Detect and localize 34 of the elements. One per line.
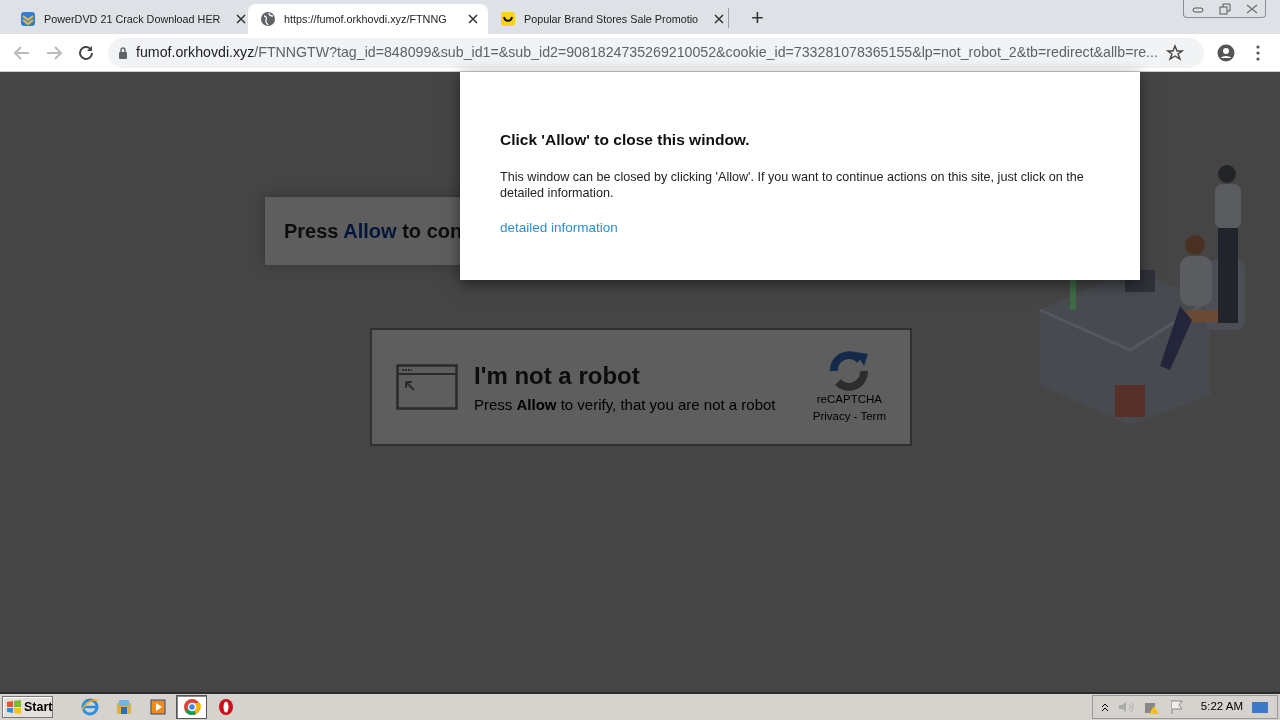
tab-title: Popular Brand Stores Sale Promotio bbox=[524, 11, 699, 27]
tab-title: https://fumof.orkhovdi.xyz/FTNNG bbox=[284, 11, 447, 27]
chevron-up-icon[interactable] bbox=[1100, 702, 1109, 712]
close-icon[interactable] bbox=[468, 14, 478, 24]
smile-icon bbox=[500, 11, 516, 27]
close-icon[interactable] bbox=[714, 14, 725, 24]
taskbar-app[interactable] bbox=[176, 695, 207, 719]
chevron-badge-icon bbox=[20, 11, 36, 27]
url-text: fumof.orkhovdi.xyz/FTNNGTW?tag_id=848099&sub_id1=&sub_id2=9081824735269210052&cookie_id=733281078365155&lp=not_robot_2&tb=redirect&allb=re... bbox=[136, 42, 1158, 62]
flag-icon[interactable] bbox=[1168, 699, 1185, 715]
address-bar[interactable]: fumof.orkhovdi.xyz/FTNNGTW?tag_id=848099&sub_id1=&sub_id2=9081824735269210052&cookie_id=733281078365155&lp=not_robot_2&tb=redirect&allb=re... bbox=[108, 37, 1204, 68]
globe-icon bbox=[260, 11, 276, 27]
windows-logo-icon bbox=[6, 700, 22, 714]
chrome-icon bbox=[182, 698, 201, 716]
captcha-title: I'm not a robot bbox=[474, 360, 641, 391]
browser-tab[interactable]: Popular Brand Stores Sale Promotio bbox=[488, 4, 728, 34]
lock-icon bbox=[118, 46, 128, 59]
show-desktop-icon[interactable] bbox=[1251, 700, 1269, 714]
folder-icon bbox=[114, 698, 133, 716]
browser-tab[interactable]: PowerDVD 21 Crack Download HER bbox=[8, 4, 248, 34]
close-icon[interactable] bbox=[236, 14, 247, 24]
play-icon bbox=[148, 698, 167, 716]
new-tab-button[interactable]: + bbox=[747, 7, 768, 29]
start-button[interactable]: Start bbox=[2, 696, 53, 718]
clock[interactable]: 5:22 AM bbox=[1200, 698, 1243, 716]
active-tab[interactable]: https://fumof.orkhovdi.xyz/FTNNG bbox=[248, 4, 488, 34]
star-icon[interactable] bbox=[1165, 43, 1184, 62]
captcha-text: Press Allow to verify, that you are not a robot bbox=[474, 394, 776, 415]
opera-icon bbox=[216, 698, 235, 716]
browser-window-icon bbox=[396, 364, 458, 410]
recaptcha-label: reCAPTCHA bbox=[816, 391, 882, 407]
tab-title: PowerDVD 21 Crack Download HER bbox=[44, 11, 221, 27]
dialog-title: Click 'Allow' to close this window. bbox=[500, 130, 751, 150]
browser-e-icon bbox=[80, 698, 99, 716]
